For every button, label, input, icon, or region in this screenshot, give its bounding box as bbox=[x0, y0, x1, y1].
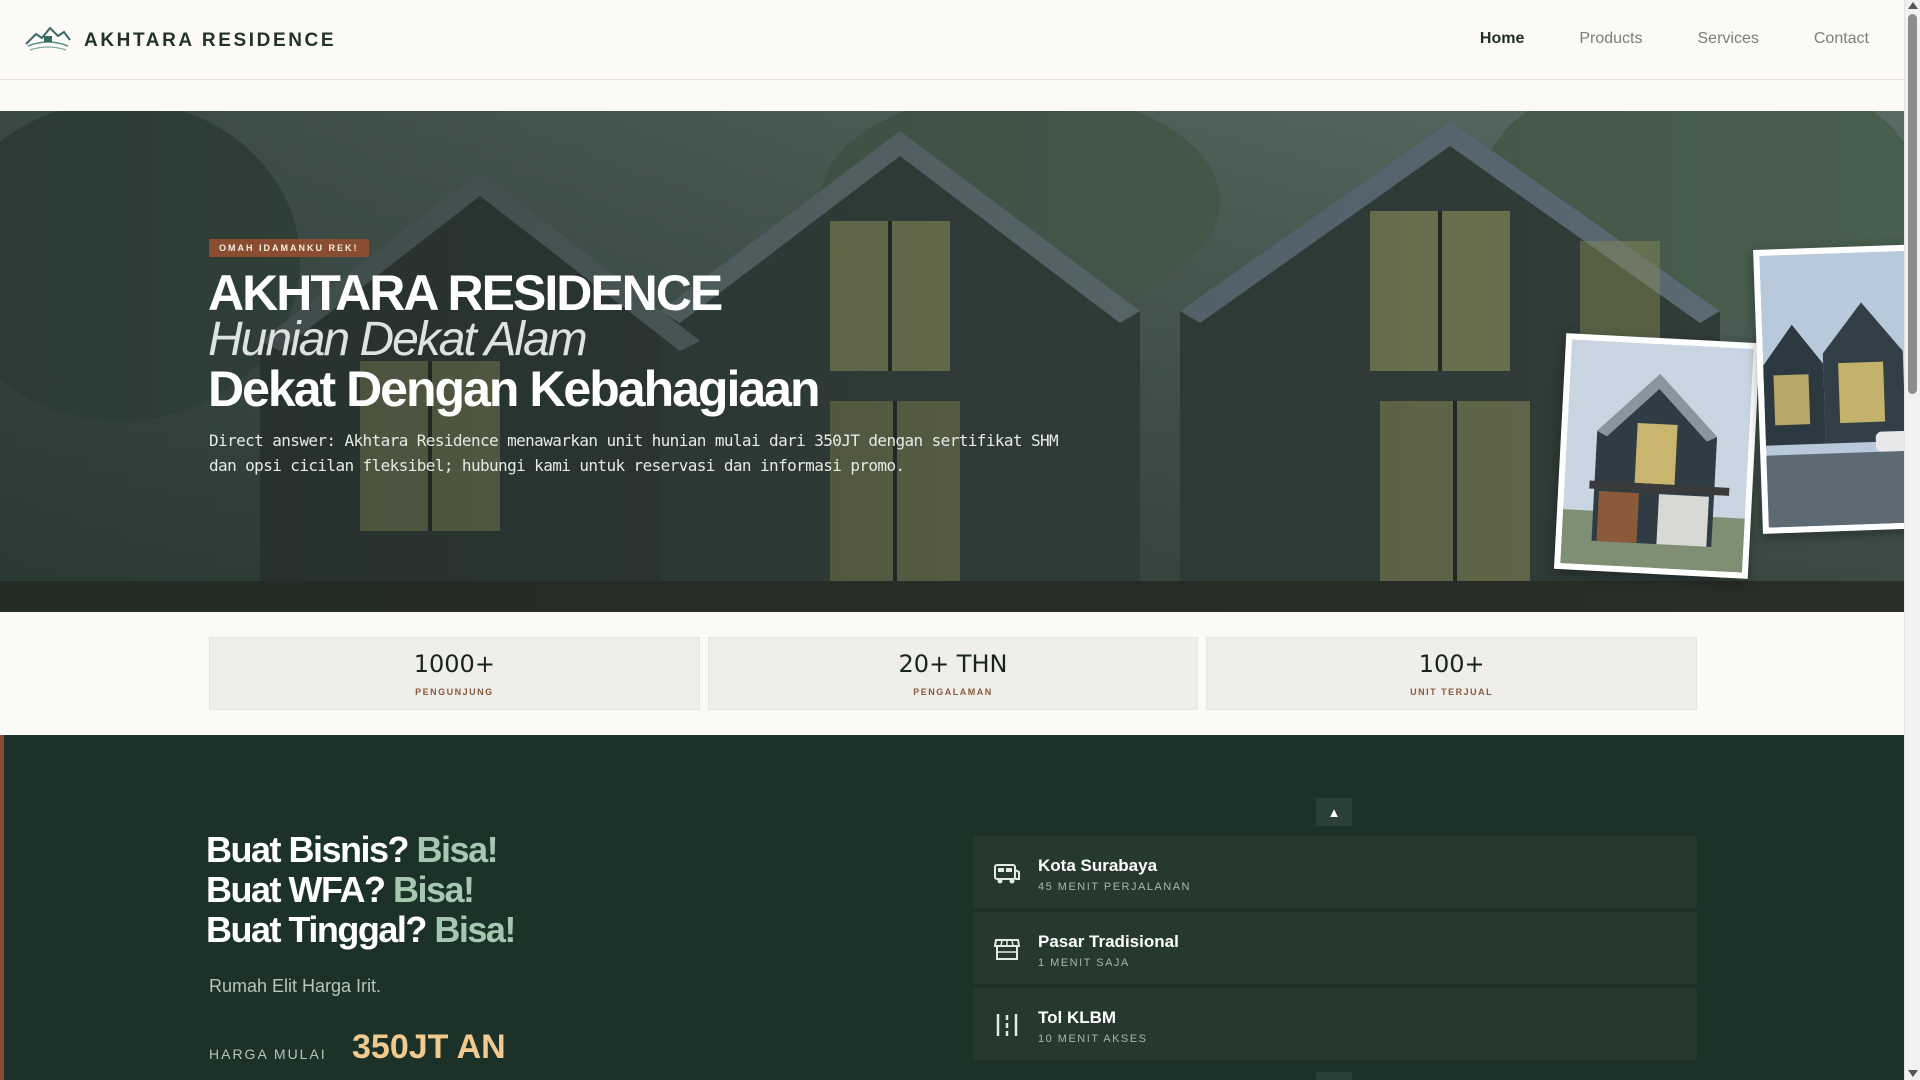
house-photo-front[interactable] bbox=[1553, 333, 1761, 579]
road-icon bbox=[996, 1014, 1018, 1036]
residence-logo-icon[interactable] bbox=[24, 22, 72, 56]
house-photo-street[interactable] bbox=[1753, 244, 1920, 534]
price-value: 350JT AN bbox=[352, 1028, 506, 1066]
location-item-surabaya[interactable]: Kota Surabaya 45 MENIT PERJALANAN bbox=[973, 836, 1697, 908]
stats-row: 1000+ PENGUNJUNG 20+ THN PENGALAMAN 100+… bbox=[209, 637, 1698, 710]
feature-question: Buat WFA? bbox=[206, 869, 386, 910]
scroll-down-arrow-icon[interactable] bbox=[1908, 1070, 1918, 1077]
feature-question: Buat Tinggal? bbox=[206, 909, 427, 950]
hero-description: Direct answer: Akhtara Residence menawar… bbox=[209, 431, 1059, 475]
carousel-up-button[interactable]: ▲ bbox=[1316, 798, 1352, 826]
location-list: Kota Surabaya 45 MENIT PERJALANAN Pasar … bbox=[973, 836, 1697, 1064]
stat-card-units-sold: 100+ UNIT TERJUAL bbox=[1206, 637, 1698, 710]
feature-answer: Bisa! bbox=[434, 909, 516, 950]
hero-subtitle-italic: Hunian Dekat Alam bbox=[208, 313, 588, 366]
nav-home-link[interactable]: Home bbox=[1480, 30, 1524, 48]
stat-value: 20+ THN bbox=[898, 650, 1008, 678]
store-icon bbox=[993, 939, 1021, 960]
house-photo-street-image bbox=[1759, 250, 1920, 528]
feature-line-wfa: Buat WFA? Bisa! bbox=[206, 869, 475, 910]
stat-card-visitors: 1000+ PENGUNJUNG bbox=[209, 637, 700, 710]
stat-value: 100+ bbox=[1418, 650, 1485, 678]
feature-question: Buat Bisnis? bbox=[206, 829, 410, 870]
main-nav: Home Products Services Contact bbox=[1480, 30, 1869, 48]
site-header: AKHTARA RESIDENCE Home Products Services… bbox=[0, 0, 1904, 80]
hero-badge: OMAH IDAMANKU REK! bbox=[209, 239, 369, 257]
feature-line-business: Buat Bisnis? Bisa! bbox=[206, 829, 499, 870]
nav-services-link[interactable]: Services bbox=[1698, 30, 1759, 48]
brand-name[interactable]: AKHTARA RESIDENCE bbox=[84, 30, 336, 52]
location-title: Tol KLBM bbox=[1038, 1008, 1117, 1027]
stat-label: PENGUNJUNG bbox=[415, 687, 494, 697]
scroll-up-arrow-icon[interactable] bbox=[1908, 2, 1918, 9]
location-title: Pasar Tradisional bbox=[1038, 932, 1179, 951]
feature-tagline: Rumah Elit Harga Irit. bbox=[209, 976, 382, 996]
scrollbar-thumb[interactable] bbox=[1908, 14, 1917, 394]
page-scrollbar[interactable] bbox=[1904, 0, 1920, 1080]
stat-card-experience: 20+ THN PENGALAMAN bbox=[707, 637, 1199, 710]
hero-subtitle: Dekat Dengan Kebahagiaan bbox=[208, 361, 821, 417]
feature-answer: Bisa! bbox=[416, 829, 499, 870]
nav-products-link[interactable]: Products bbox=[1579, 30, 1642, 48]
stat-value: 1000+ bbox=[413, 650, 495, 678]
location-subtitle: 45 MENIT PERJALANAN bbox=[1038, 881, 1192, 893]
location-subtitle: 10 MENIT AKSES bbox=[1038, 1033, 1148, 1045]
feature-line-living: Buat Tinggal? Bisa! bbox=[206, 909, 516, 950]
bus-icon bbox=[994, 864, 1020, 884]
carousel-down-button[interactable] bbox=[1316, 1072, 1352, 1080]
nav-contact-link[interactable]: Contact bbox=[1814, 30, 1869, 48]
house-photo-front-image bbox=[1560, 339, 1754, 573]
stat-label: PENGALAMAN bbox=[913, 687, 993, 697]
location-title: Kota Surabaya bbox=[1038, 856, 1158, 875]
location-item-toll[interactable]: Tol KLBM 10 MENIT AKSES bbox=[973, 988, 1697, 1060]
stat-label: UNIT TERJUAL bbox=[1410, 687, 1494, 697]
location-item-market[interactable]: Pasar Tradisional 1 MENIT SAJA bbox=[973, 912, 1697, 984]
location-subtitle: 1 MENIT SAJA bbox=[1038, 957, 1130, 969]
price-label: HARGA MULAI bbox=[209, 1046, 327, 1062]
feature-answer: Bisa! bbox=[393, 869, 475, 910]
